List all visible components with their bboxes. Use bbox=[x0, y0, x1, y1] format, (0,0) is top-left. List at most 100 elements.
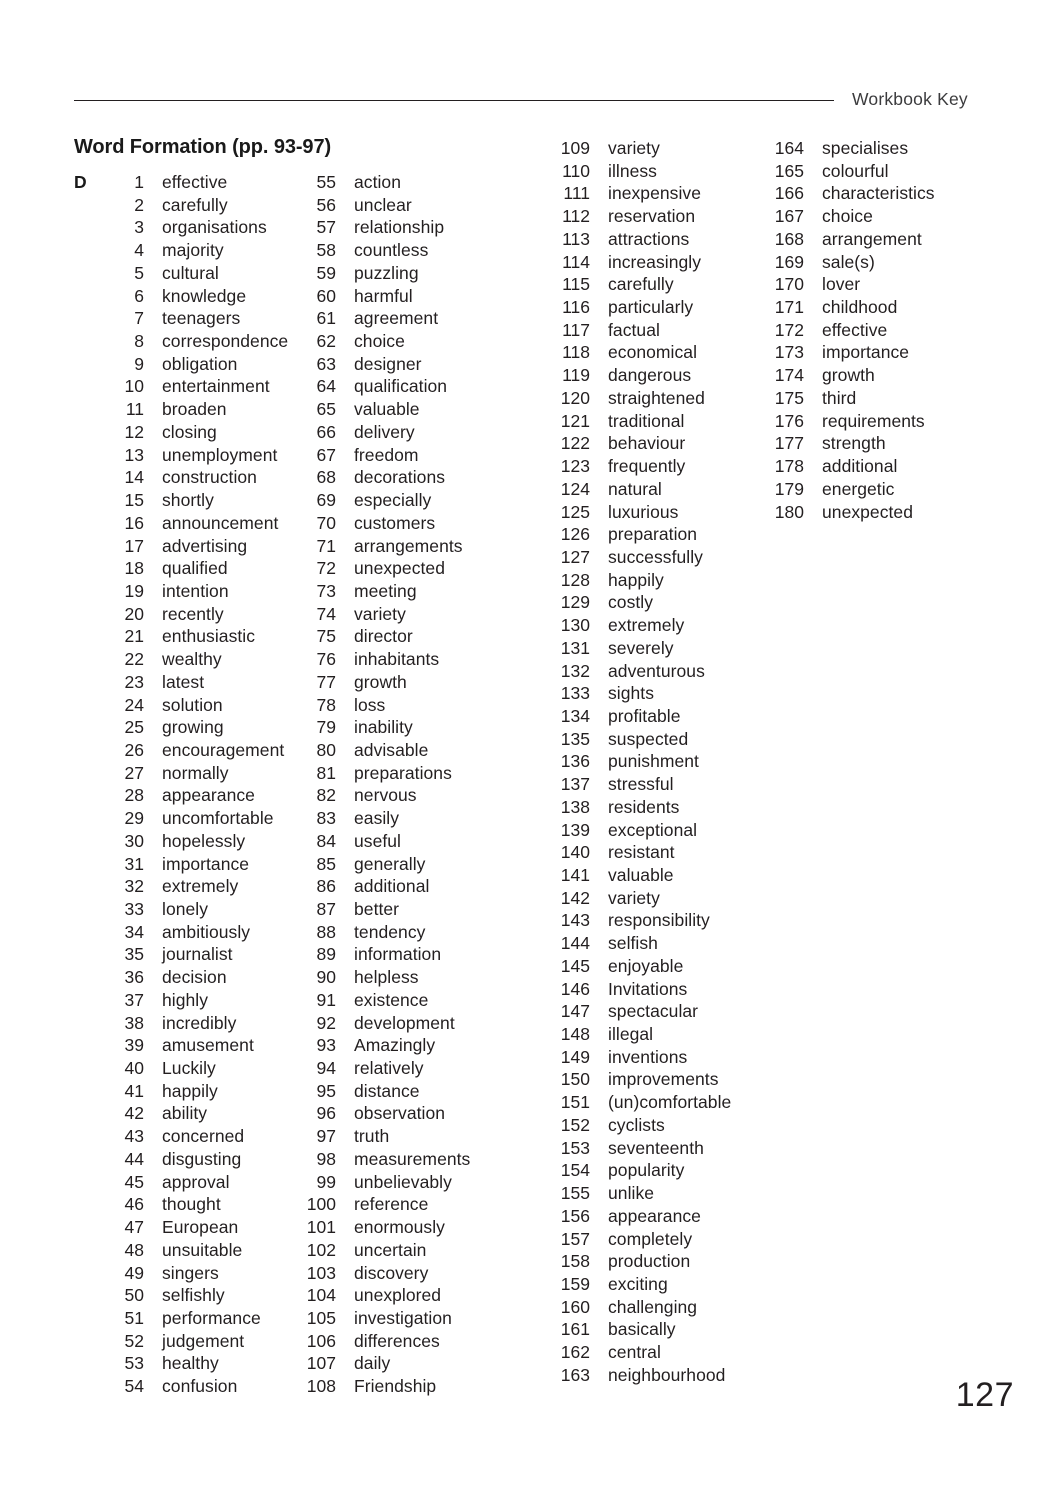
answer-number: 133 bbox=[560, 683, 590, 704]
answer-row: 180 unexpected bbox=[760, 502, 935, 525]
answer-word: straightened bbox=[608, 387, 705, 408]
answer-row: 120 straightened bbox=[546, 388, 731, 411]
answer-row: D13unemployment bbox=[74, 445, 288, 468]
answer-row: D36decision bbox=[74, 967, 288, 990]
answer-word: dangerous bbox=[608, 365, 692, 386]
answer-number: 148 bbox=[560, 1024, 590, 1045]
answer-number: 37 bbox=[124, 989, 144, 1010]
answer-word: agreement bbox=[354, 308, 439, 329]
answer-word: economical bbox=[608, 342, 698, 363]
answer-row: 122 behaviour bbox=[546, 433, 731, 456]
answer-number: 35 bbox=[124, 944, 144, 965]
answer-word: qualification bbox=[354, 376, 448, 397]
answer-row: 128 happily bbox=[546, 570, 731, 593]
answer-number: 46 bbox=[124, 1194, 144, 1215]
answer-row: 101 enormously bbox=[290, 1217, 470, 1240]
answer-number: 72 bbox=[316, 558, 336, 579]
answer-word: spectacular bbox=[608, 1001, 699, 1022]
answer-number: 24 bbox=[124, 694, 144, 715]
answer-row: 100 reference bbox=[290, 1194, 470, 1217]
answer-word: solution bbox=[162, 694, 223, 715]
answer-row: 140 resistant bbox=[546, 842, 731, 865]
answer-number: 92 bbox=[316, 1012, 336, 1033]
answer-number: 104 bbox=[306, 1285, 336, 1306]
answer-word: challenging bbox=[608, 1296, 698, 1317]
answer-word: extremely bbox=[608, 615, 685, 636]
answer-row: D24solution bbox=[74, 695, 288, 718]
answer-number: 71 bbox=[316, 535, 336, 556]
answer-number: 52 bbox=[124, 1330, 144, 1351]
answer-number: 22 bbox=[124, 649, 144, 670]
answer-number: 158 bbox=[560, 1251, 590, 1272]
answer-word: basically bbox=[608, 1319, 676, 1340]
answer-number: 7 bbox=[134, 308, 144, 329]
answer-word: increasingly bbox=[608, 251, 702, 272]
answer-row: D51performance bbox=[74, 1308, 288, 1331]
answer-row: 161 basically bbox=[546, 1319, 731, 1342]
answer-row: D35journalist bbox=[74, 944, 288, 967]
answer-number: 1 bbox=[134, 172, 144, 192]
answer-number: 57 bbox=[316, 217, 336, 238]
header-label: Workbook Key bbox=[852, 89, 968, 109]
answer-word: existence bbox=[354, 989, 429, 1010]
answer-number: 116 bbox=[562, 297, 590, 318]
answer-number: 26 bbox=[124, 739, 144, 760]
answer-number: 86 bbox=[316, 876, 336, 897]
answer-number: 34 bbox=[124, 921, 144, 942]
answer-number: 38 bbox=[124, 1012, 144, 1033]
answer-row: D12closing bbox=[74, 422, 288, 445]
answer-row: 166 characteristics bbox=[760, 183, 935, 206]
answer-word: action bbox=[354, 172, 401, 192]
answer-number: 18 bbox=[124, 558, 144, 579]
answer-row: 173 importance bbox=[760, 342, 935, 365]
answer-row: 142 variety bbox=[546, 888, 731, 911]
answer-word: decorations bbox=[354, 467, 446, 488]
answer-word: performance bbox=[162, 1307, 261, 1328]
answer-number: 176 bbox=[774, 410, 804, 431]
answer-number: 138 bbox=[560, 796, 590, 817]
answer-word: additional bbox=[822, 456, 898, 477]
answer-row: 141 valuable bbox=[546, 865, 731, 888]
page-title: Word Formation (pp. 93-97) bbox=[74, 136, 332, 158]
answer-number: 118 bbox=[562, 342, 590, 363]
answer-number: 42 bbox=[124, 1103, 144, 1124]
answer-row: 116 particularly bbox=[546, 297, 731, 320]
answer-word: strength bbox=[822, 433, 886, 454]
answer-number: 88 bbox=[316, 921, 336, 942]
answer-number: 154 bbox=[560, 1160, 590, 1181]
answer-number: 75 bbox=[316, 626, 336, 647]
answer-word: shortly bbox=[162, 490, 214, 511]
answer-row: 165 colourful bbox=[760, 161, 935, 184]
answer-number: 173 bbox=[774, 342, 804, 363]
answer-word: healthy bbox=[162, 1353, 219, 1374]
answer-word: truth bbox=[354, 1126, 390, 1147]
answer-number: 66 bbox=[316, 421, 336, 442]
answer-word: countless bbox=[354, 240, 429, 261]
answer-word: helpless bbox=[354, 967, 419, 988]
answer-word: judgement bbox=[162, 1330, 245, 1351]
answer-word: teenagers bbox=[162, 308, 241, 329]
answer-number: 140 bbox=[560, 842, 590, 863]
answer-word: selfishly bbox=[162, 1285, 225, 1306]
answer-word: Luckily bbox=[162, 1058, 216, 1079]
answer-number: 114 bbox=[562, 251, 590, 272]
answer-row: D22wealthy bbox=[74, 649, 288, 672]
answer-row: 60 harmful bbox=[290, 286, 470, 309]
answer-row: D27normally bbox=[74, 763, 288, 786]
answer-word: growing bbox=[162, 717, 224, 738]
answer-row: 160 challenging bbox=[546, 1297, 731, 1320]
answer-word: carefully bbox=[608, 274, 674, 295]
answer-number: 102 bbox=[306, 1239, 336, 1260]
answer-word: suspected bbox=[608, 728, 689, 749]
answer-word: Amazingly bbox=[354, 1035, 436, 1056]
answer-word: approval bbox=[162, 1171, 230, 1192]
answer-word: unexpected bbox=[822, 501, 913, 522]
answer-word: profitable bbox=[608, 705, 681, 726]
answer-word: nervous bbox=[354, 785, 417, 806]
answer-row: 154 popularity bbox=[546, 1160, 731, 1183]
answer-number: 62 bbox=[316, 331, 336, 352]
answer-word: punishment bbox=[608, 751, 699, 772]
answer-word: severely bbox=[608, 637, 674, 658]
answer-word: correspondence bbox=[162, 331, 289, 352]
answer-word: unexplored bbox=[354, 1285, 442, 1306]
